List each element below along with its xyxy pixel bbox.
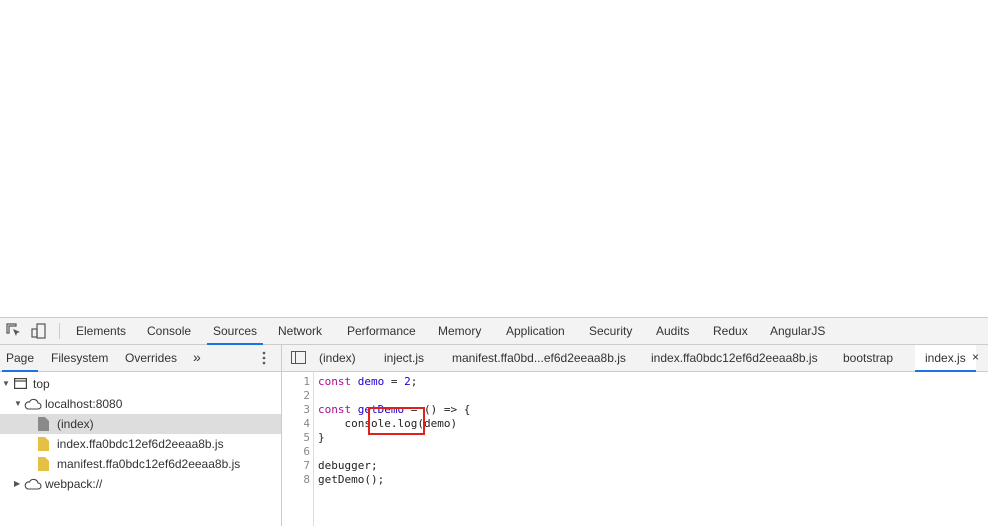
tab-network[interactable]: Network [278,318,322,344]
tree-label-host: localhost:8080 [45,397,123,411]
editor-tab-index[interactable]: (index) [319,345,356,371]
navigator-tabs: Page Filesystem Overrides » [0,345,281,372]
identifier: demo [357,375,385,388]
highlight-box [368,407,425,435]
sources-navigator: Page Filesystem Overrides » ▼ top ▼ loca… [0,345,282,526]
tab-filesystem[interactable]: Filesystem [51,345,108,371]
tab-page[interactable]: Page [1,345,39,372]
code-line-8: getDemo(); [318,473,385,486]
line-number[interactable]: 5 [282,431,310,445]
script-file-icon [38,457,49,471]
editor-tab-bootstrap[interactable]: bootstrap [843,345,893,371]
tree-item-webpack[interactable]: ▶ webpack:// [0,474,281,494]
document-icon [38,417,49,431]
inspect-element-icon[interactable] [6,323,22,339]
line-number[interactable]: 4 [282,417,310,431]
script-file-icon [38,437,49,451]
tree-label-index: (index) [57,417,94,431]
more-tabs-icon[interactable]: » [193,345,201,371]
line-number[interactable]: 2 [282,389,310,403]
number-literal: 2 [404,375,411,388]
operator: = [384,375,405,388]
devtools-panel: Elements Console Sources Network Perform… [0,317,988,526]
tab-application[interactable]: Application [506,318,565,344]
line-number-gutter[interactable]: 1 2 3 4 5 6 7 8 [282,372,314,526]
tree-item-localhost[interactable]: ▼ localhost:8080 [0,394,281,414]
tree-item-index-js[interactable]: index.ffa0bdc12ef6d2eeaa8b.js [0,434,281,454]
editor-tab-manifest[interactable]: manifest.ffa0bd...ef6d2eeaa8b.js [452,345,626,371]
line-number[interactable]: 3 [282,403,310,417]
expand-arrow-icon[interactable]: ▼ [14,394,22,414]
tab-memory[interactable]: Memory [438,318,481,344]
tree-label-manifest-js: manifest.ffa0bdc12ef6d2eeaa8b.js [57,457,241,471]
tree-item-manifest-js[interactable]: manifest.ffa0bdc12ef6d2eeaa8b.js [0,454,281,474]
line-number[interactable]: 1 [282,375,310,389]
keyword: const [318,375,352,388]
tab-performance[interactable]: Performance [347,318,416,344]
line-number[interactable]: 8 [282,473,310,487]
close-tab-icon[interactable]: × [972,345,979,371]
tree-item-index[interactable]: (index) [0,414,281,434]
editor-tab-index-bundle[interactable]: index.ffa0bdc12ef6d2eeaa8b.js [651,345,818,371]
tab-elements[interactable]: Elements [76,318,126,344]
tab-security[interactable]: Security [589,318,632,344]
code-line-1: const demo = 2; [318,375,417,389]
toggle-navigator-icon[interactable] [291,351,306,364]
devtools-main-toolbar: Elements Console Sources Network Perform… [0,318,988,345]
cloud-icon [24,478,42,490]
tab-angularjs[interactable]: AngularJS [770,318,825,344]
expand-arrow-icon[interactable]: ▼ [2,374,10,394]
tab-console[interactable]: Console [147,318,191,344]
keyword: const [318,403,352,416]
editor-tab-index-js[interactable]: index.js [915,345,976,372]
cloud-icon [24,398,42,410]
tree-label-top: top [33,377,50,391]
tree-label-webpack: webpack:// [45,477,103,491]
code-editor: (index) inject.js manifest.ffa0bd...ef6d… [282,345,988,526]
editor-tab-inject[interactable]: inject.js [384,345,424,371]
code-line-7: debugger; [318,459,378,472]
editor-tabs: (index) inject.js manifest.ffa0bd...ef6d… [282,345,988,372]
code-line-5: } [318,431,325,444]
page-viewport [0,0,988,317]
more-options-icon[interactable] [262,351,266,365]
toolbar-separator [59,323,60,339]
tab-sources[interactable]: Sources [206,318,264,345]
line-number[interactable]: 7 [282,459,310,473]
tab-redux[interactable]: Redux [713,318,748,344]
collapse-arrow-icon[interactable]: ▶ [14,474,20,494]
punctuation: ; [410,375,418,388]
tab-audits[interactable]: Audits [656,318,689,344]
line-number[interactable]: 6 [282,445,310,459]
frame-icon [14,378,27,389]
device-toolbar-icon[interactable] [31,323,47,339]
tab-overrides[interactable]: Overrides [125,345,177,371]
tree-label-index-js: index.ffa0bdc12ef6d2eeaa8b.js [57,437,224,451]
tree-item-top[interactable]: ▼ top [0,374,281,394]
